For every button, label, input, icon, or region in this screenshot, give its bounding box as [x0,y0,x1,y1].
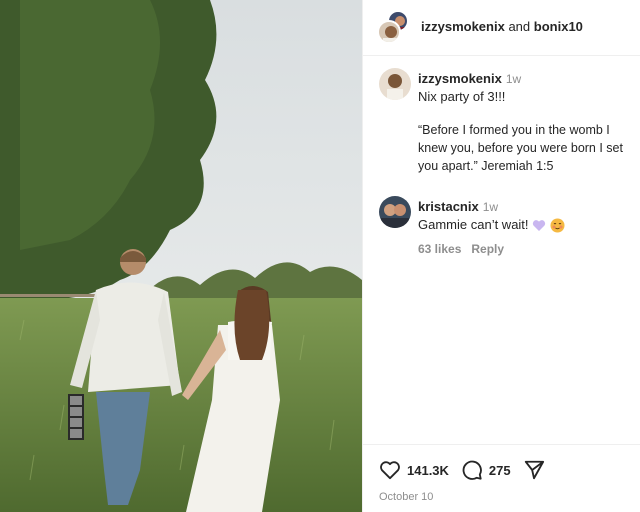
likes-count[interactable]: 141.3K [407,463,449,478]
user-avatar-icon [379,68,411,100]
caption-username[interactable]: izzysmokenix [418,71,502,86]
action-row: 141.3K 275 [379,459,545,481]
comment-body: kristacnix 1w Gammie can’t wait! 63 likes… [418,198,636,258]
avatar[interactable] [379,196,411,228]
caption-body: izzysmokenix 1w Nix party of 3!!! “Before… [418,70,636,175]
post-details-panel: izzysmokenix and bonix10 izzysmokenix 1w … [362,0,640,512]
couple-in-field-image [0,0,362,512]
caption-text: Nix party of 3!!! [418,89,506,104]
collab-avatars[interactable] [377,10,411,44]
comment-icon[interactable] [461,459,483,481]
post-authors: izzysmokenix and bonix10 [421,19,583,34]
comment-meta: 63 likes Reply [418,241,636,258]
post-header: izzysmokenix and bonix10 [363,0,640,56]
comment-username[interactable]: kristacnix [418,199,479,214]
comment-time: 1w [482,200,499,214]
heart-icon[interactable] [379,460,401,480]
author-link[interactable]: izzysmokenix [421,19,505,34]
post-actions: 141.3K 275 October 10 [363,444,640,512]
reply-button[interactable]: Reply [471,242,504,256]
avatar[interactable] [379,68,411,100]
purple-heart-icon [533,220,546,232]
avatar[interactable] [377,20,401,44]
user-avatar-icon [383,26,399,42]
comment-text: Gammie can’t wait! [418,217,529,232]
caption-time: 1w [505,72,522,86]
user-avatar-icon [379,196,411,228]
caption-verse: “Before I formed you in the womb I knew … [418,123,623,173]
post-date: October 10 [379,491,434,503]
smiling-blush-face-icon [550,218,565,233]
author-link[interactable]: bonix10 [534,19,583,34]
post-photo[interactable] [0,0,362,512]
author-joiner: and [508,19,531,34]
comments-count[interactable]: 275 [489,463,511,478]
share-icon[interactable] [523,459,545,481]
comment-likes[interactable]: 63 likes [418,242,461,256]
